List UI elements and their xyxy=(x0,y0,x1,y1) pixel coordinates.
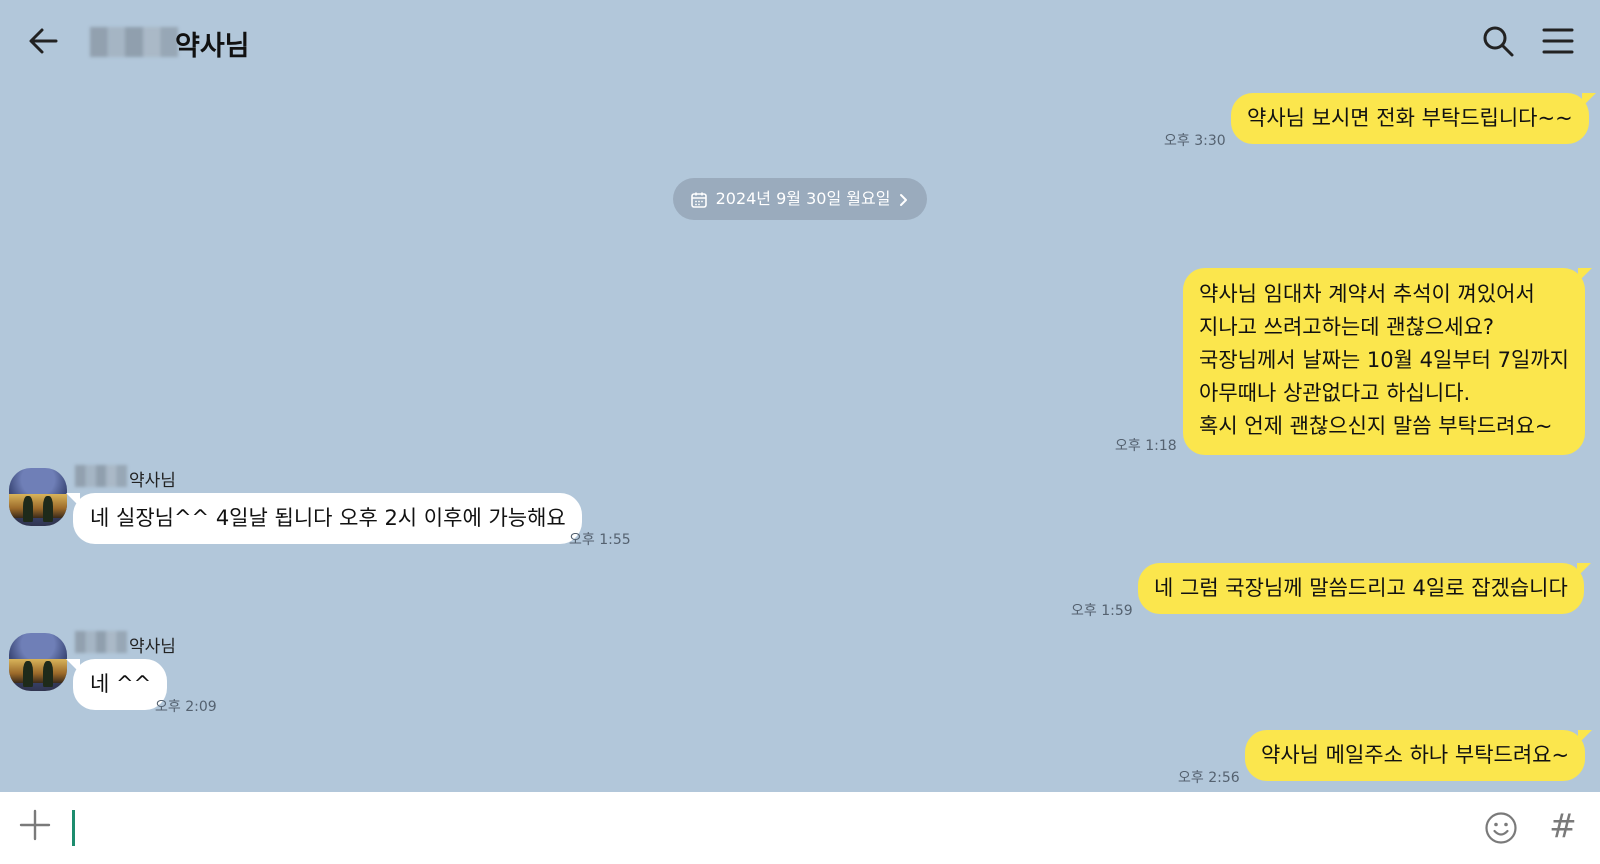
text-caret xyxy=(72,810,75,846)
blurred-name xyxy=(90,27,178,57)
message-line: 국장님께서 날짜는 10월 4일부터 7일까지 xyxy=(1199,348,1569,372)
avatar-tree xyxy=(43,496,53,522)
chat-header: 약사님 xyxy=(0,0,1600,82)
blurred-sender xyxy=(75,465,127,487)
message-line: 약사님 임대차 계약서 추석이 껴있어서 xyxy=(1199,282,1535,306)
date-separator[interactable]: 2024년 9월 30일 월요일 xyxy=(673,178,927,220)
contact-name: 약사님 xyxy=(175,31,250,62)
sender-name: 약사님 xyxy=(129,637,176,657)
message-line: 혹시 언제 괜찮으신지 말씀 부탁드려요~ xyxy=(1199,414,1553,438)
message-time: 오후 1:59 xyxy=(1071,603,1133,619)
message-time: 오후 2:56 xyxy=(1178,770,1240,786)
search-icon xyxy=(1483,26,1514,57)
outgoing-message-bubble[interactable]: 네 그럼 국장님께 말씀드리고 4일로 잡겠습니다 xyxy=(1138,563,1591,614)
message-time: 오후 2:09 xyxy=(155,699,217,715)
message-line: 지나고 쓰려고하는데 괜찮으세요? xyxy=(1199,315,1494,339)
calendar-icon xyxy=(690,192,707,208)
outgoing-message-bubble[interactable]: 약사님 임대차 계약서 추석이 껴있어서 지나고 쓰려고하는데 괜찮으세요? 국… xyxy=(1183,268,1592,455)
arrow-left-icon xyxy=(29,28,58,54)
chevron-right-icon xyxy=(900,193,908,206)
attach-button[interactable] xyxy=(18,808,52,842)
emoji-button[interactable] xyxy=(1484,811,1518,845)
avatar[interactable] xyxy=(9,468,67,526)
hashtag-icon: # xyxy=(1549,806,1577,845)
message-input[interactable] xyxy=(72,804,1456,850)
avatar-building xyxy=(9,659,67,683)
date-label: 2024년 9월 30일 월요일 xyxy=(715,189,891,208)
message-line: 아무때나 상관없다고 하십니다. xyxy=(1199,381,1471,405)
sender-name: 약사님 xyxy=(129,471,176,491)
outgoing-message-bubble[interactable]: 약사님 보시면 전화 부탁드립니다~~ xyxy=(1231,93,1596,144)
message-time: 오후 1:55 xyxy=(569,532,631,548)
avatar-tree xyxy=(23,661,33,687)
emoji-icon xyxy=(1485,812,1517,844)
message-input-bar: # xyxy=(0,792,1600,864)
search-button[interactable] xyxy=(1481,24,1515,58)
plus-icon xyxy=(19,809,51,841)
incoming-message-bubble[interactable]: 네 실장님^^ 4일날 됩니다 오후 2시 이후에 가능해요 xyxy=(66,493,582,544)
message-text: 네 그럼 국장님께 말씀드리고 4일로 잡겠습니다 xyxy=(1154,576,1568,600)
message-text: 네 ^^ xyxy=(90,672,152,696)
back-button[interactable] xyxy=(26,24,60,58)
incoming-message-bubble[interactable]: 네 ^^ xyxy=(65,659,168,710)
avatar-tree xyxy=(43,661,53,687)
avatar[interactable] xyxy=(9,633,67,691)
hashtag-button[interactable]: # xyxy=(1546,806,1580,846)
menu-button[interactable] xyxy=(1541,24,1575,58)
outgoing-message-bubble[interactable]: 약사님 메일주소 하나 부탁드려요~ xyxy=(1245,730,1593,781)
message-text: 네 실장님^^ 4일날 됩니다 오후 2시 이후에 가능해요 xyxy=(90,506,566,530)
message-time: 오후 1:18 xyxy=(1115,438,1177,454)
hamburger-menu-icon xyxy=(1542,28,1574,54)
avatar-tree xyxy=(23,496,33,522)
message-text: 약사님 메일주소 하나 부탁드려요~ xyxy=(1261,743,1570,767)
avatar-building xyxy=(9,494,67,518)
message-time: 오후 3:30 xyxy=(1164,133,1226,149)
blurred-sender xyxy=(75,631,127,653)
message-text: 약사님 보시면 전화 부탁드립니다~~ xyxy=(1247,106,1573,130)
